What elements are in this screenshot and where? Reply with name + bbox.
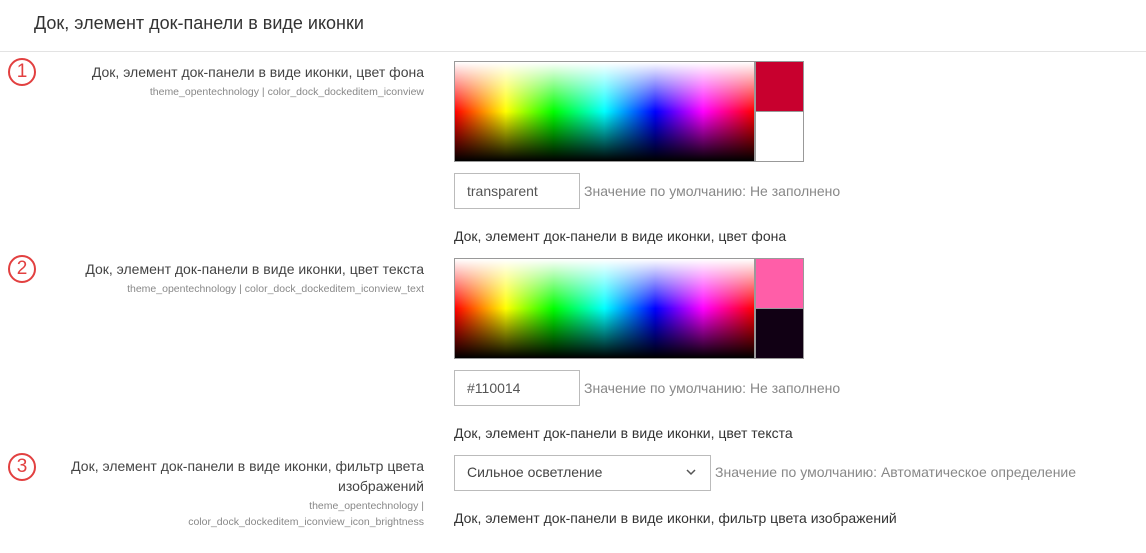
page-title: Док, элемент док-панели в виде иконки — [34, 13, 364, 33]
setting-description: Док, элемент док-панели в виде иконки, ф… — [454, 510, 897, 526]
color-spectrum[interactable] — [454, 258, 755, 359]
setting-label: Док, элемент док-панели в виде иконки, ц… — [24, 62, 424, 100]
setting-key: theme_opentechnology | color_dock_docked… — [127, 283, 424, 295]
setting-key: theme_opentechnology | — [309, 500, 424, 512]
setting-description: Док, элемент док-панели в виде иконки, ц… — [454, 425, 793, 441]
setting-title: Док, элемент док-панели в виде иконки, ц… — [85, 261, 424, 277]
current-color-swatch[interactable] — [755, 111, 804, 162]
default-value-hint: Значение по умолчанию: Не заполнено — [584, 183, 841, 199]
setting-description: Док, элемент док-панели в виде иконки, ц… — [454, 228, 787, 244]
color-spectrum[interactable] — [454, 61, 755, 162]
color-value-input[interactable] — [454, 370, 580, 406]
setting-key-continued: color_dock_dockeditem_iconview_icon_brig… — [188, 516, 424, 528]
new-color-swatch — [755, 258, 804, 308]
color-value-input[interactable] — [454, 173, 580, 209]
color-picker[interactable] — [454, 258, 804, 359]
page-header: Док, элемент док-панели в виде иконки — [0, 0, 1146, 52]
default-value-hint: Значение по умолчанию: Автоматическое оп… — [715, 464, 1077, 480]
setting-label: Док, элемент док-панели в виде иконки, ф… — [24, 456, 424, 530]
default-value-hint: Значение по умолчанию: Не заполнено — [584, 380, 841, 396]
setting-label: Док, элемент док-панели в виде иконки, ц… — [24, 259, 424, 297]
current-color-swatch[interactable] — [755, 308, 804, 359]
setting-key: theme_opentechnology | color_dock_docked… — [149, 86, 424, 98]
chevron-down-icon — [686, 469, 696, 476]
new-color-swatch — [755, 61, 804, 111]
color-picker[interactable] — [454, 61, 804, 162]
select-value: Сильное осветление — [467, 464, 603, 480]
setting-title: Док, элемент док-панели в виде иконки, ф… — [71, 458, 424, 474]
setting-title-continued: изображений — [338, 478, 424, 494]
image-filter-select[interactable]: Сильное осветление — [454, 455, 711, 491]
setting-title: Док, элемент док-панели в виде иконки, ц… — [91, 64, 424, 80]
